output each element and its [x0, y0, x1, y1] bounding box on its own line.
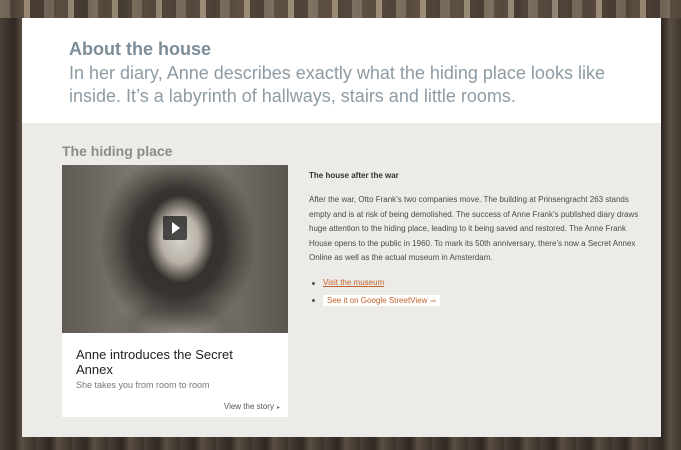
- video-subtitle: She takes you from room to room: [76, 380, 210, 390]
- streetview-label: See it on Google StreetView: [327, 295, 428, 305]
- page-intro: In her diary, Anne describes exactly wha…: [69, 63, 605, 106]
- external-link-icon: ⇨: [430, 297, 437, 305]
- panel-header: About the house In her diary, Anne descr…: [22, 18, 661, 123]
- article-title: The house after the war: [309, 171, 399, 180]
- list-item: Visit the museum: [309, 278, 639, 295]
- streetview-link[interactable]: See it on Google StreetView ⇨: [323, 294, 441, 306]
- article-body: After the war, Otto Frank’s two companie…: [309, 195, 639, 263]
- article-links: Visit the museum See it on Google Street…: [309, 278, 639, 312]
- visit-museum-link[interactable]: Visit the museum: [323, 278, 384, 287]
- background-shelf: [0, 0, 681, 18]
- bullet-icon: [312, 298, 315, 302]
- list-item: See it on Google StreetView ⇨: [309, 294, 639, 312]
- anne-photo[interactable]: [62, 165, 288, 333]
- article: The house after the war After the war, O…: [309, 171, 639, 312]
- about-panel: About the house In her diary, Anne descr…: [22, 18, 661, 437]
- video-title: Anne introduces the Secret Annex: [76, 347, 233, 377]
- content-area: The hiding place Anne introduces the Sec…: [22, 123, 661, 437]
- video-card[interactable]: Anne introduces the Secret Annex She tak…: [62, 165, 288, 417]
- chevron-right-icon: ▸: [276, 405, 280, 411]
- view-story-label: View the story: [223, 402, 274, 411]
- page-title: About the house: [69, 39, 211, 59]
- play-icon[interactable]: [163, 216, 187, 240]
- section-title: The hiding place: [62, 143, 173, 159]
- bullet-icon: [312, 281, 315, 285]
- view-story-link[interactable]: View the story ▸: [224, 402, 280, 411]
